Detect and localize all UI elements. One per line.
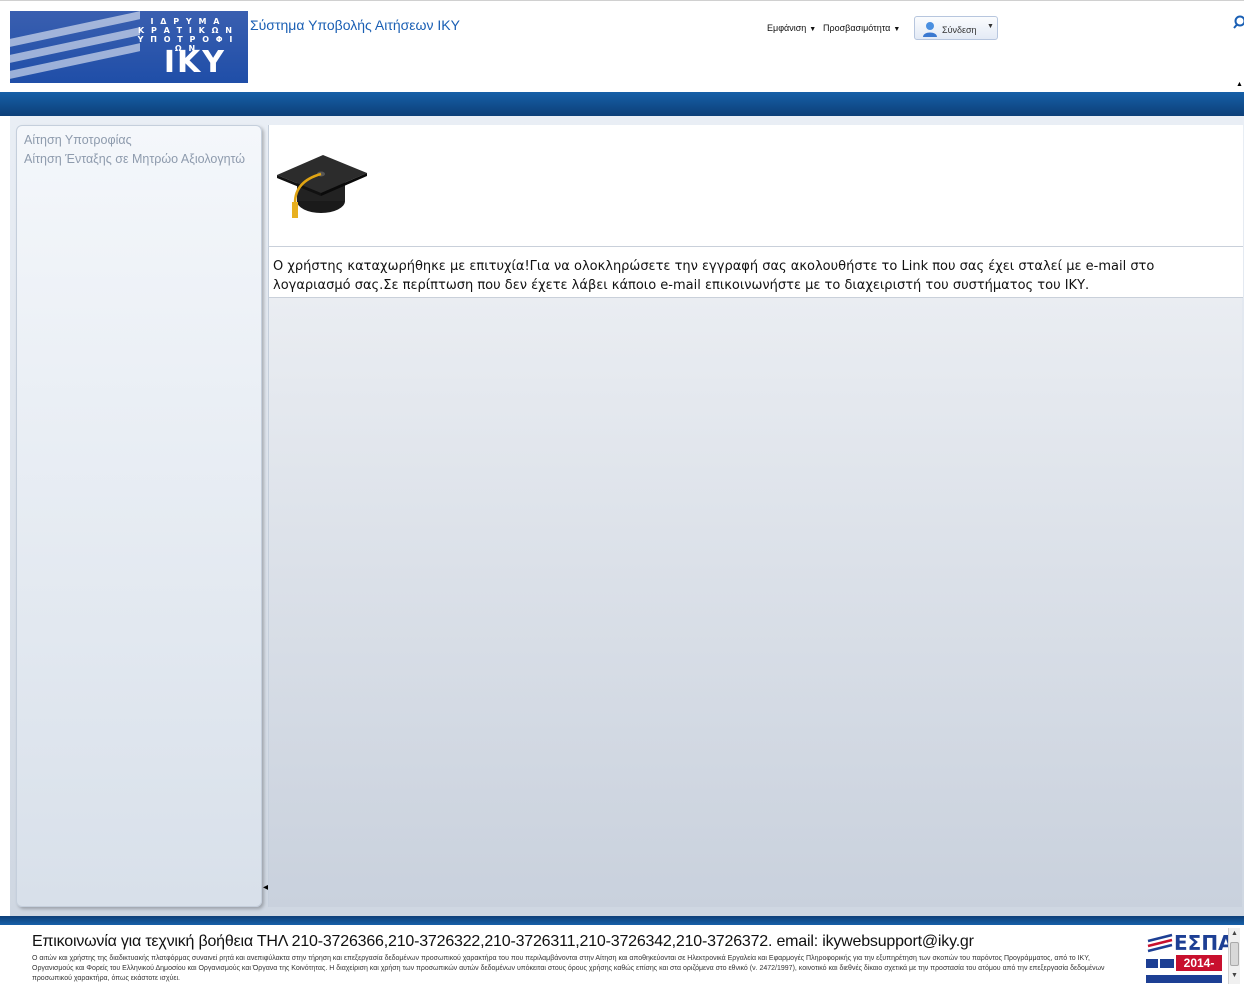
menu-accessibility-label: Προσβασιμότητα [823,23,891,33]
espa-bar [1146,975,1222,983]
greek-flag-icon [1160,959,1174,968]
privacy-notice: Ο αιτών και χρήστης της διαδικτυακής πλα… [32,955,1105,982]
chevron-down-icon: ▼ [893,26,901,33]
left-margin [0,116,10,916]
eu-flag-icon [1146,959,1158,968]
sidebar: Αίτηση Υποτροφίας Αίτηση Ένταξης σε Μητρ… [16,125,262,907]
app-title: Σύστημα Υποβολής Αιτήσεων ΙΚΥ [250,17,460,33]
scroll-down-icon[interactable]: ▼ [1231,972,1238,979]
espa-title: ΕΣΠΑ [1174,931,1234,955]
login-button[interactable]: Σύνδεση ▼ [914,16,998,40]
footer: Επικοινωνία για τεχνική βοήθεια ΤΗΛ 210-… [0,925,1244,984]
content-area: Ο χρήστης καταχωρήθηκε με επιτυχία!Για ν… [268,125,1243,907]
chevron-down-icon: ▼ [987,23,994,30]
contact-line: Επικοινωνία για τεχνική βοήθεια ΤΗΛ 210-… [32,933,974,950]
scroll-thumb[interactable] [1230,942,1239,966]
espa-logo: ΕΣΠΑ 2014-2020 [1146,931,1234,984]
message-panel: Ο χρήστης καταχωρήθηκε με επιτυχία!Για ν… [269,246,1243,298]
header: Ι Δ Ρ Υ Μ Α Κ Ρ Α Τ Ι Κ Ω Ν Υ Π Ο Τ Ρ Ο … [0,0,1244,92]
search-icon[interactable] [1232,15,1244,29]
login-label: Σύνδεση [942,25,977,35]
triangle-up-icon[interactable]: ▲ [1236,81,1243,88]
scroll-up-icon[interactable]: ▲ [1231,930,1238,937]
user-icon [923,22,937,37]
graduation-cap-icon [277,155,367,218]
menu-view[interactable]: Εμφάνιση ▼ [767,23,816,33]
header-band [0,92,1244,116]
espa-years: 2014-2020 [1176,955,1222,984]
sidebar-item-scholarship-application[interactable]: Αίτηση Υποτροφίας [24,133,132,147]
sidebar-item-evaluator-registry[interactable]: Αίτηση Ένταξης σε Μητρώο Αξιολογητώ [24,152,245,166]
logo-short-name: ΙΚΥ [163,45,226,80]
iky-logo[interactable]: Ι Δ Ρ Υ Μ Α Κ Ρ Α Τ Ι Κ Ω Ν Υ Π Ο Τ Ρ Ο … [10,11,248,83]
menu-view-label: Εμφάνιση [767,23,807,33]
chevron-down-icon: ▼ [809,26,817,33]
footer-band [0,916,1244,925]
success-message: Ο χρήστης καταχωρήθηκε με επιτυχία!Για ν… [273,259,1155,293]
footer-scrollbar[interactable]: ▲ ▼ [1228,928,1240,984]
espa-swoosh-icon [1147,933,1173,953]
menu-accessibility[interactable]: Προσβασιμότητα ▼ [823,23,900,33]
icon-panel [269,125,1243,246]
